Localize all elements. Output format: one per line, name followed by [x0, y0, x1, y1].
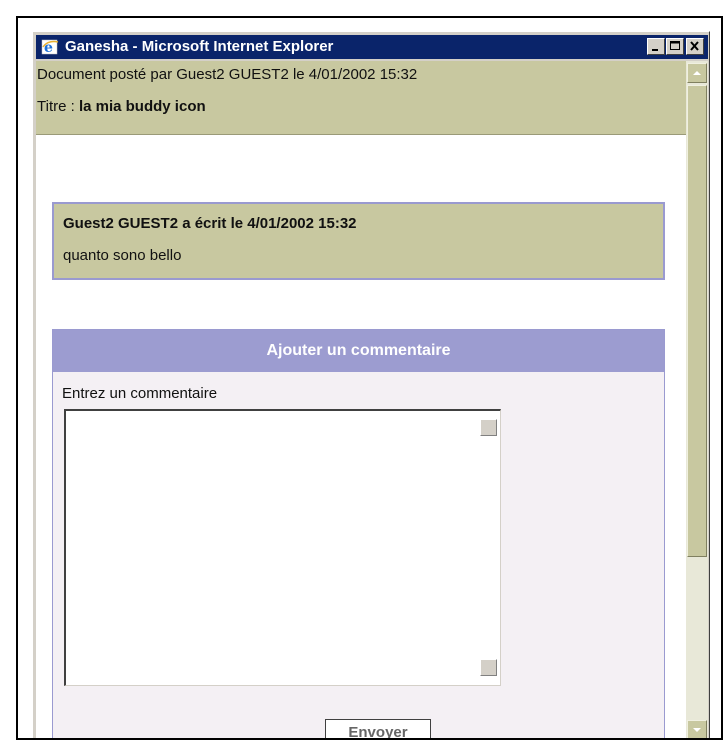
browser-window: e Ganesha - Microsoft Internet Explorer: [32, 31, 710, 738]
screenshot-frame: e Ganesha - Microsoft Internet Explorer: [16, 16, 723, 740]
posted-by-line: Document posté par Guest2 GUEST2 le 4/01…: [37, 66, 418, 83]
message-body: quanto sono bello: [63, 247, 182, 264]
arrow-down-icon: [693, 728, 701, 732]
scroll-up-button[interactable]: [687, 63, 707, 83]
close-icon: [690, 41, 699, 51]
comment-panel-header: Ajouter un commentaire: [53, 330, 664, 372]
window-title: Ganesha - Microsoft Internet Explorer: [65, 38, 334, 55]
close-button[interactable]: [686, 38, 704, 55]
page-viewport: Document posté par Guest2 GUEST2 le 4/01…: [36, 61, 686, 738]
minimize-button[interactable]: [647, 38, 665, 55]
message-author-line: Guest2 GUEST2 a écrit le 4/01/2002 15:32: [63, 215, 357, 232]
scroll-down-button[interactable]: [687, 720, 707, 738]
page-scrollbar[interactable]: [686, 61, 708, 738]
maximize-button[interactable]: [666, 38, 684, 55]
maximize-icon: [670, 41, 680, 50]
document-title-prefix: Titre :: [37, 98, 79, 115]
comment-textarea[interactable]: [64, 409, 501, 686]
comment-panel: Ajouter un commentaire Entrez un comment…: [52, 329, 665, 738]
document-title-value: la mia buddy icon: [78, 98, 206, 115]
textarea-scroll-up-button[interactable]: [480, 419, 497, 436]
document-header: Document posté par Guest2 GUEST2 le 4/01…: [36, 61, 686, 135]
internet-explorer-icon: e: [41, 38, 59, 56]
comment-field-label: Entrez un commentaire: [62, 385, 218, 402]
scroll-thumb[interactable]: [687, 85, 707, 557]
document-title-line: Titre : la mia buddy icon: [37, 98, 206, 115]
textarea-scroll-down-button[interactable]: [480, 659, 497, 676]
arrow-up-icon: [693, 71, 701, 75]
send-button[interactable]: Envoyer: [325, 719, 431, 738]
title-bar: e Ganesha - Microsoft Internet Explorer: [36, 35, 708, 59]
message-box: Guest2 GUEST2 a écrit le 4/01/2002 15:32…: [52, 202, 665, 280]
minimize-icon: [652, 49, 658, 51]
